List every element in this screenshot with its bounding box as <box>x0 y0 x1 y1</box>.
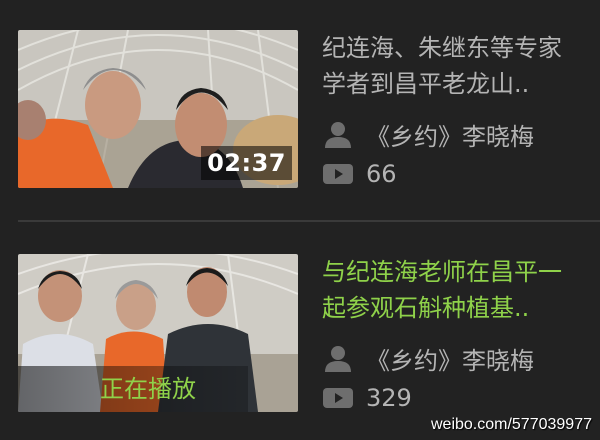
user-icon <box>322 120 354 148</box>
video-title-line[interactable]: 与纪连海老师在昌平一 <box>322 254 600 290</box>
play-count-icon <box>322 160 354 188</box>
video-list-item[interactable]: 正在播放 与纪连海老师在昌平一 起参观石斛种植基.. 《乡约》李晓梅 329 <box>0 222 600 422</box>
video-plays-row: 66 <box>322 156 397 192</box>
watermark: weibo.com/577039977 <box>430 416 592 433</box>
video-play-count: 329 <box>366 384 412 412</box>
video-author-row: 《乡约》李晓梅 <box>322 340 534 376</box>
video-duration: 02:37 <box>201 146 292 180</box>
video-thumbnail[interactable]: 02:37 <box>18 30 298 188</box>
video-author[interactable]: 《乡约》李晓梅 <box>366 341 534 376</box>
now-playing-badge: 正在播放 <box>18 366 248 412</box>
video-author[interactable]: 《乡约》李晓梅 <box>366 117 534 152</box>
video-plays-row: 329 <box>322 380 412 416</box>
video-title[interactable]: 与纪连海老师在昌平一 起参观石斛种植基.. <box>322 254 600 326</box>
play-count-icon <box>322 384 354 412</box>
video-title[interactable]: 纪连海、朱继东等专家 学者到昌平老龙山.. <box>322 30 600 102</box>
video-title-line[interactable]: 学者到昌平老龙山.. <box>322 66 600 102</box>
video-author-row: 《乡约》李晓梅 <box>322 116 534 152</box>
video-title-line[interactable]: 纪连海、朱继东等专家 <box>322 30 600 66</box>
video-play-count: 66 <box>366 160 397 188</box>
video-title-line[interactable]: 起参观石斛种植基.. <box>322 290 600 326</box>
video-thumbnail[interactable]: 正在播放 <box>18 254 298 412</box>
user-icon <box>322 344 354 372</box>
video-list-item[interactable]: 02:37 纪连海、朱继东等专家 学者到昌平老龙山.. 《乡约》李晓梅 66 <box>0 0 600 200</box>
